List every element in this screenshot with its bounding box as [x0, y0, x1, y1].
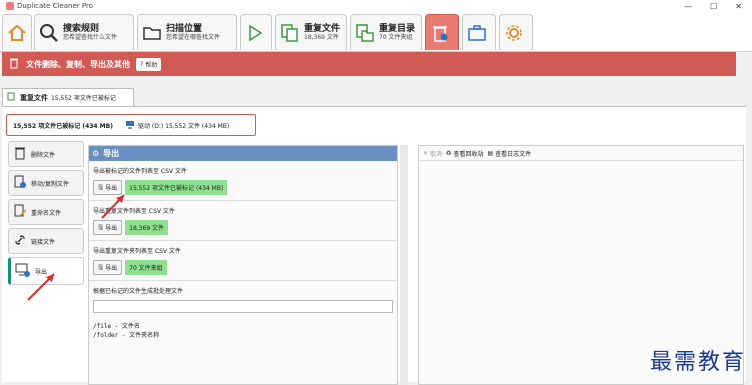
view-recycle-button[interactable]: ♻ 查看回收站 — [446, 149, 483, 158]
toolbox-icon — [466, 22, 488, 44]
export-dupfolders-heading: 导出重复文件夹列表至 CSV 文件 — [93, 248, 181, 255]
link-icon — [13, 233, 27, 249]
move-copy-icon — [13, 175, 27, 191]
home-icon — [6, 22, 28, 44]
window-title: Duplicate Cleaner Pro — [17, 2, 93, 10]
main-toolbar: 搜索规则 您希望查找什么文件 扫描位置 您希望在哪查找文件 重复文件 18,369 文… — [0, 12, 752, 52]
app-icon — [6, 2, 14, 10]
question-icon: ? — [140, 60, 144, 68]
duplicate-folders-tab[interactable]: 重复目录 70 文件夹组 — [350, 14, 422, 50]
view-log-button[interactable]: ▤ 查看日志文件 — [487, 149, 531, 158]
recycle-label: 查看回收站 — [453, 150, 484, 158]
export-dupfiles-heading: 导出重复文件列表至 CSV 文件 — [93, 208, 175, 215]
duplicate-folder-icon — [354, 22, 376, 44]
export-dupfiles-section: 导出重复文件列表至 CSV 文件 🖫 导出 18,369 文件 — [89, 201, 397, 241]
batch-section: 根据已标记的文件生成批处理文件 /file - 文件名 /folder - 文件… — [89, 281, 397, 344]
link-label: 链接文件 — [31, 238, 56, 246]
tab-duplicate-files[interactable]: 重复文件 15,552 项文件已被标记 — [2, 88, 134, 106]
watermark-text: 最需教育 — [649, 350, 746, 375]
search-criteria-tab[interactable]: 搜索规则 您希望查找什么文件 — [34, 14, 134, 50]
settings-gear-icon: ⚙ — [92, 149, 100, 158]
action-sidebar: 删除文件 移动/复制文件 重命名文件 链接文件 导出 — [8, 141, 84, 288]
maximize-button[interactable]: ☐ — [710, 2, 717, 11]
folder-icon — [141, 22, 163, 44]
move-label: 移动/复制文件 — [31, 180, 70, 188]
export-scrollbar[interactable] — [400, 145, 408, 385]
marked-count-badge: 15,552 项文件已被标记 (434 MB) — [125, 180, 228, 195]
scan-location-tab[interactable]: 扫描位置 您希望在哪查找文件 — [137, 14, 237, 50]
criteria-label: 搜索规则 — [63, 23, 100, 34]
banner-trash-icon — [8, 57, 20, 71]
log-label: 查看日志文件 — [495, 150, 532, 158]
banner-title: 文件删除、复制、导出及其他 — [26, 59, 130, 69]
close-button[interactable]: ✕ — [735, 2, 742, 11]
sidebar-item-rename[interactable]: 重命名文件 — [8, 199, 84, 225]
trash-small-icon — [13, 146, 27, 162]
export-panel: ⚙ 导出 导出被标记的文件列表至 CSV 文件 🖫 导出 15,552 项文件已被标记… — [88, 145, 398, 385]
dupfiles-count: 18,369 文件 — [304, 34, 339, 42]
export-header: ⚙ 导出 — [89, 146, 397, 161]
start-scan-tab[interactable] — [240, 14, 272, 50]
settings-tab[interactable] — [499, 14, 533, 50]
batch-heading: 根据已标记的文件生成批处理文件 — [93, 288, 184, 295]
scan-sub: 您希望在哪查找文件 — [166, 34, 221, 42]
criteria-sub: 您希望查找什么文件 — [63, 34, 118, 42]
title-bar: Duplicate Cleaner Pro — ☐ ✕ — [0, 0, 752, 12]
export-btn-icon: 🖫 — [98, 223, 104, 231]
export-btn-icon: 🖫 — [98, 263, 104, 271]
export-dupfolders-section: 导出重复文件夹列表至 CSV 文件 🖫 导出 70 文件夹组 — [89, 241, 397, 281]
dupfiles-count-badge: 18,369 文件 — [125, 220, 169, 235]
dupfolders-count-badge: 70 文件夹组 — [125, 260, 167, 275]
subtab-label: 重复文件 — [20, 93, 48, 102]
batch-command-input[interactable] — [93, 300, 393, 313]
dupfiles-label: 重复文件 — [304, 23, 341, 34]
dupfolders-count: 70 文件夹组 — [379, 34, 413, 42]
rename-icon — [13, 204, 27, 220]
export-dupfiles-label: 导出 — [105, 225, 118, 232]
duplicate-files-icon — [279, 22, 301, 44]
marked-count: 15,552 项文件已被标记 (434 MB) — [13, 122, 113, 130]
help-button[interactable]: ? 帮助 — [136, 57, 162, 71]
export-marked-heading: 导出被标记的文件列表至 CSV 文件 — [93, 168, 187, 175]
cancel-button[interactable]: ✕ 取消 — [423, 149, 442, 158]
recycle-icon: ♻ — [446, 149, 452, 157]
main-panel: 15,552 项文件已被标记 (434 MB) 驱动 (D:) 15,552 文… — [2, 106, 746, 385]
sidebar-item-move[interactable]: 移动/复制文件 — [8, 170, 84, 196]
monitor-icon — [125, 120, 135, 131]
export-marked-section: 导出被标记的文件列表至 CSV 文件 🖫 导出 15,552 项文件已被标记 (43… — [89, 161, 397, 201]
subtab-info: 15,552 项文件已被标记 — [51, 95, 116, 102]
home-tab[interactable] — [2, 14, 32, 50]
export-dupfolders-button[interactable]: 🖫 导出 — [93, 260, 123, 275]
minimize-button[interactable]: — — [684, 2, 692, 11]
help-label: 帮助 — [145, 61, 158, 69]
export-dupfolders-label: 导出 — [105, 265, 118, 272]
log-file-icon: ▤ — [487, 149, 494, 157]
gear-icon — [503, 22, 525, 44]
dupfolders-label: 重复目录 — [379, 23, 416, 34]
magnifier-icon — [38, 22, 60, 44]
delete-label: 删除文件 — [31, 151, 56, 159]
sidebar-item-link[interactable]: 链接文件 — [8, 228, 84, 254]
cancel-label: 取消 — [430, 150, 443, 158]
rename-label: 重命名文件 — [31, 209, 62, 217]
play-icon — [244, 22, 266, 44]
duplicate-files-tab[interactable]: 重复文件 18,369 文件 — [275, 14, 347, 50]
export-dupfiles-button[interactable]: 🖫 导出 — [93, 220, 123, 235]
batch-hint-folder: /folder - 文件夹名称 — [93, 332, 160, 339]
red-arrow-annotation — [27, 273, 55, 301]
marked-summary: 15,552 项文件已被标记 (434 MB) 驱动 (D:) 15,552 文… — [6, 114, 256, 136]
section-banner: 文件删除、复制、导出及其他 ? 帮助 — [2, 52, 736, 76]
sidebar-item-delete[interactable]: 删除文件 — [8, 141, 84, 167]
export-title: 导出 — [103, 149, 120, 158]
files-icon — [7, 92, 17, 104]
trash-icon — [429, 22, 451, 44]
batch-hint-file: /file - 文件名 — [93, 323, 140, 330]
red-arrow-annotation — [101, 194, 125, 219]
scan-label: 扫描位置 — [166, 23, 203, 34]
tools-tab[interactable] — [462, 14, 496, 50]
drive-info: 驱动 (D:) 15,552 文件 (434 MB) — [137, 122, 230, 130]
file-removal-tab[interactable] — [425, 14, 459, 50]
cancel-icon: ✕ — [423, 149, 429, 157]
log-toolbar: ✕ 取消 ♻ 查看回收站 ▤ 查看日志文件 — [419, 146, 743, 161]
